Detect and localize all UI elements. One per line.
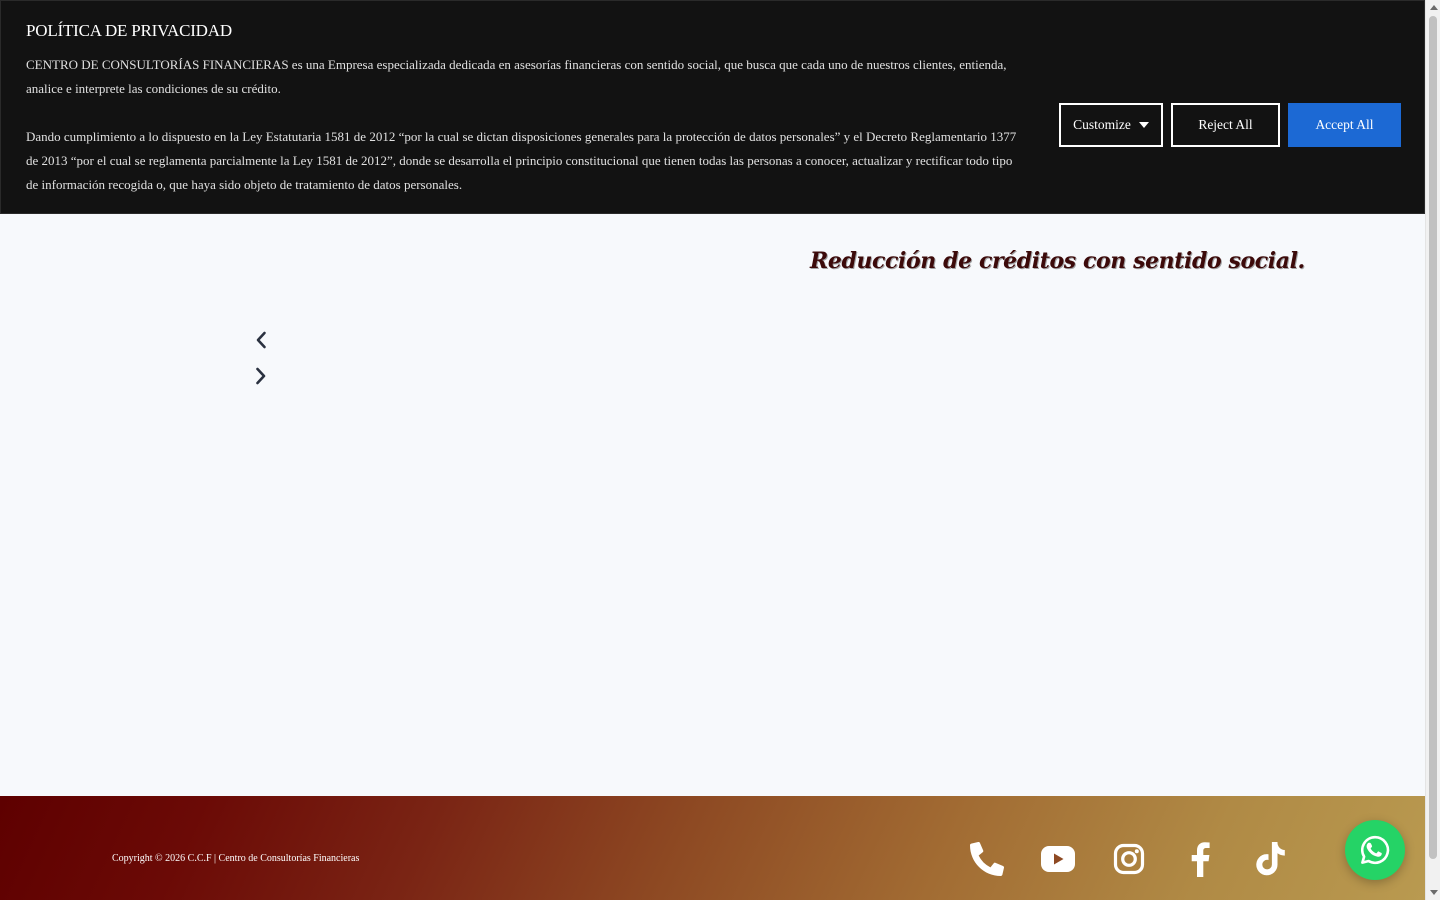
whatsapp-chat-button[interactable]	[1345, 820, 1405, 880]
page-scrollbar[interactable]	[1425, 0, 1440, 900]
facebook-icon	[1191, 842, 1210, 877]
scroll-down-arrow-icon[interactable]	[1426, 885, 1440, 900]
banner-paragraph-legal: Dando cumplimiento a lo dispuesto en la …	[26, 129, 1017, 192]
whatsapp-icon	[1361, 835, 1390, 865]
caret-down-icon	[1138, 122, 1149, 128]
carousel-prev-button[interactable]	[250, 329, 272, 351]
chevron-right-icon	[256, 367, 266, 385]
youtube-icon	[1041, 846, 1075, 872]
scroll-up-arrow-icon[interactable]	[1426, 0, 1440, 15]
facebook-link[interactable]	[1182, 841, 1218, 877]
phone-icon	[970, 842, 1004, 876]
site-footer: Copyright © 2026 C.C.F | Centro de Consu…	[0, 796, 1425, 900]
customize-button-label: Customize	[1073, 117, 1131, 132]
copyright-text: Copyright © 2026 C.C.F | Centro de Consu…	[112, 853, 360, 864]
phone-link[interactable]	[969, 841, 1005, 877]
scrollbar-thumb[interactable]	[1429, 16, 1437, 859]
banner-paragraph-company: CENTRO DE CONSULTORÍAS FINANCIERAS es un…	[26, 57, 1007, 96]
carousel-next-button[interactable]	[250, 365, 272, 387]
page-headline: Reducción de créditos con sentido social…	[810, 248, 1305, 274]
chevron-left-icon	[256, 331, 266, 349]
instagram-link[interactable]	[1111, 841, 1147, 877]
tiktok-link[interactable]	[1253, 841, 1289, 877]
reject-all-button[interactable]: Reject All	[1171, 103, 1280, 147]
main-content: Reducción de créditos con sentido social…	[0, 214, 1425, 796]
banner-title: POLÍTICA DE PRIVACIDAD	[26, 21, 232, 40]
tiktok-icon	[1256, 842, 1285, 876]
youtube-link[interactable]	[1040, 841, 1076, 877]
instagram-icon	[1113, 843, 1145, 875]
banner-description: CENTRO DE CONSULTORÍAS FINANCIERAS es un…	[26, 53, 1026, 197]
accept-all-button[interactable]: Accept All	[1288, 103, 1401, 147]
customize-button[interactable]: Customize	[1059, 103, 1163, 147]
privacy-cookie-banner: POLÍTICA DE PRIVACIDAD CENTRO DE CONSULT…	[0, 0, 1425, 214]
